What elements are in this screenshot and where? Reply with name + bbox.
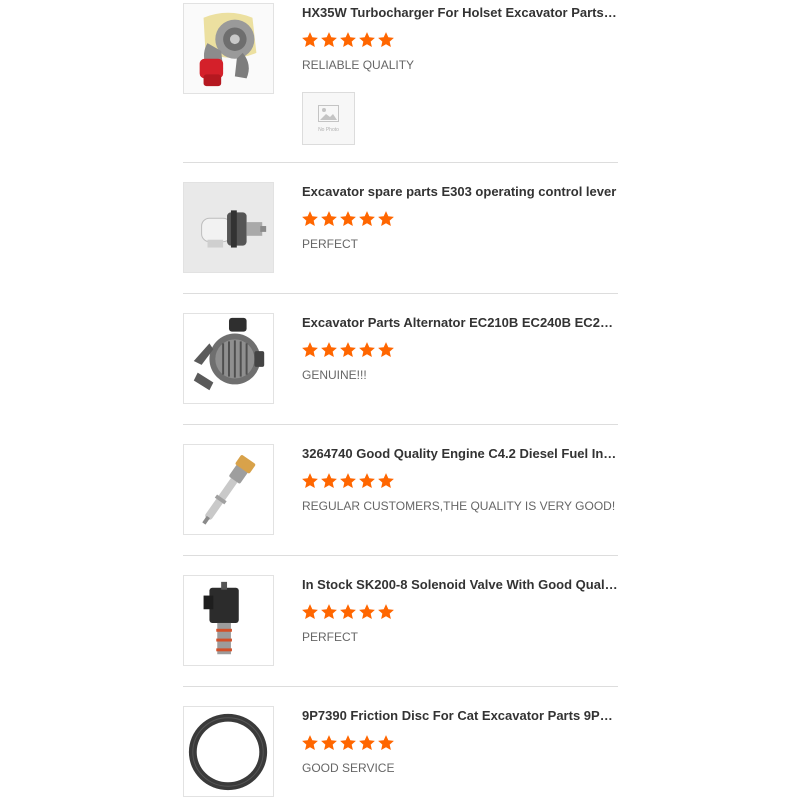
rating-stars: [301, 472, 395, 490]
divider: [183, 162, 618, 163]
star-icon: [339, 472, 357, 490]
friction-disc-image[interactable]: [183, 706, 274, 797]
star-icon: [358, 210, 376, 228]
star-icon: [301, 31, 319, 49]
control-valve-image[interactable]: [183, 182, 274, 273]
star-icon: [377, 603, 395, 621]
star-icon: [377, 734, 395, 752]
product-title-link[interactable]: Excavator Parts Alternator EC210B EC240B…: [302, 315, 618, 331]
star-icon: [339, 734, 357, 752]
star-icon: [301, 210, 319, 228]
product-title-link[interactable]: In Stock SK200-8 Solenoid Valve With Goo…: [302, 577, 618, 593]
rating-stars: [301, 734, 395, 752]
divider: [183, 555, 618, 556]
product-title-link[interactable]: 3264740 Good Quality Engine C4.2 Diesel …: [302, 446, 618, 462]
star-icon: [320, 341, 338, 359]
star-icon: [320, 31, 338, 49]
divider: [183, 293, 618, 294]
star-icon: [358, 603, 376, 621]
star-icon: [377, 341, 395, 359]
star-icon: [358, 472, 376, 490]
star-icon: [301, 341, 319, 359]
star-icon: [301, 472, 319, 490]
no-photo-label: No Photo: [318, 127, 339, 133]
star-icon: [358, 31, 376, 49]
star-icon: [377, 472, 395, 490]
solenoid-valve-image[interactable]: [183, 575, 274, 666]
star-icon: [301, 603, 319, 621]
review-photo-placeholder[interactable]: No Photo: [302, 92, 355, 145]
star-icon: [320, 210, 338, 228]
star-icon: [320, 472, 338, 490]
star-icon: [339, 603, 357, 621]
product-title-link[interactable]: Excavator spare parts E303 operating con…: [302, 184, 618, 200]
review-comment: GOOD SERVICE: [302, 761, 395, 775]
rating-stars: [301, 603, 395, 621]
star-icon: [358, 734, 376, 752]
product-title-link[interactable]: 9P7390 Friction Disc For Cat Excavator P…: [302, 708, 618, 724]
star-icon: [377, 31, 395, 49]
star-icon: [320, 734, 338, 752]
review-comment: PERFECT: [302, 630, 359, 644]
star-icon: [301, 734, 319, 752]
rating-stars: [301, 210, 395, 228]
fuel-injector-image[interactable]: [183, 444, 274, 535]
rating-stars: [301, 31, 395, 49]
review-comment: RELIABLE QUALITY: [302, 58, 415, 72]
image-placeholder-icon: [318, 105, 339, 122]
review-comment: PERFECT: [302, 237, 359, 251]
divider: [183, 424, 618, 425]
alternator-image[interactable]: [183, 313, 274, 404]
divider: [183, 686, 618, 687]
rating-stars: [301, 341, 395, 359]
review-comment: GENUINE!!!: [302, 368, 367, 382]
star-icon: [339, 341, 357, 359]
star-icon: [320, 603, 338, 621]
review-comment: REGULAR CUSTOMERS,THE QUALITY IS VERY GO…: [302, 499, 616, 513]
star-icon: [339, 31, 357, 49]
star-icon: [358, 341, 376, 359]
star-icon: [377, 210, 395, 228]
product-title-link[interactable]: HX35W Turbocharger For Holset Excavator …: [302, 5, 618, 21]
turbocharger-image[interactable]: [183, 3, 274, 94]
star-icon: [339, 210, 357, 228]
